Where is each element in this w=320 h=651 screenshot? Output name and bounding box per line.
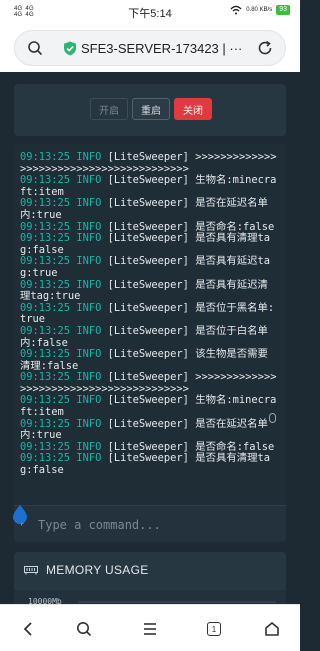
log-timestamp: 09:13:25	[20, 371, 71, 384]
status-icons: 0.80 KB/s 93	[230, 5, 290, 15]
console-line: 09:13:25 INFO [LiteSweeper] >>>>>>>>>>>>…	[20, 151, 278, 175]
memory-usage-title: MEMORY USAGE	[46, 563, 149, 577]
command-input[interactable]	[36, 516, 260, 534]
restart-button[interactable]: 重启	[132, 98, 170, 120]
shield-check-icon	[64, 41, 76, 56]
log-level: INFO	[76, 301, 102, 314]
memory-gridline	[78, 601, 276, 603]
memory-chip-icon	[24, 566, 38, 575]
tab-count: 1	[207, 622, 221, 636]
log-timestamp: 09:13:25	[20, 348, 71, 361]
log-level: INFO	[76, 394, 102, 407]
log-timestamp: 09:13:25	[20, 324, 71, 337]
console-scrollbar[interactable]	[269, 413, 276, 423]
wifi-icon	[230, 5, 242, 15]
log-level: INFO	[76, 174, 102, 187]
address-bar[interactable]: SFE3-SERVER-173423 | ···	[14, 30, 286, 66]
status-bar: 4G 4G 4G 4G 下午5:14 0.80 KB/s 93	[0, 0, 300, 24]
memory-usage-panel: MEMORY USAGE 10000Mb	[14, 552, 286, 612]
tabs-button[interactable]: 1	[202, 617, 226, 641]
log-level: INFO	[76, 452, 102, 465]
home-button[interactable]	[260, 617, 284, 641]
console-line: 09:13:25 INFO [LiteSweeper] 是否位于白名单内:fal…	[20, 324, 278, 349]
log-timestamp: 09:13:25	[20, 394, 71, 407]
log-level: INFO	[76, 232, 102, 245]
back-arrow-icon	[23, 622, 32, 636]
home-icon	[265, 622, 279, 636]
log-level: INFO	[76, 220, 102, 233]
log-timestamp: 09:13:25	[20, 278, 71, 291]
log-message: [LiteSweeper] 是否命名:false	[107, 220, 275, 233]
console-line: 09:13:25 INFO [LiteSweeper] 是否在延迟名单内:tru…	[20, 417, 278, 442]
log-level: INFO	[76, 278, 102, 291]
network-speed: 0.80 KB/s	[246, 7, 273, 13]
console-line: 09:13:25 INFO [LiteSweeper] 生物名:minecraf…	[20, 174, 278, 198]
menu-button[interactable]	[138, 617, 162, 641]
browser-toolbar: SFE3-SERVER-173423 | ···	[0, 24, 300, 72]
log-level: INFO	[76, 255, 102, 268]
log-level: INFO	[76, 417, 102, 430]
battery-indicator: 93	[276, 5, 290, 15]
log-timestamp: 09:13:25	[20, 232, 71, 245]
console-line: 09:13:25 INFO [LiteSweeper] >>>>>>>>>>>>…	[20, 371, 278, 395]
log-timestamp: 09:13:25	[20, 197, 71, 210]
browser-nav-bar: 1	[0, 604, 300, 651]
log-timestamp: 09:13:25	[20, 417, 71, 430]
url-text: SFE3-SERVER-173423 | ···	[81, 41, 243, 56]
server-control-panel: 开启 重启 关闭	[14, 84, 286, 136]
log-timestamp: 09:13:25	[20, 174, 71, 187]
reload-icon[interactable]	[257, 40, 273, 56]
menu-icon	[144, 623, 156, 635]
console-line: 09:13:25 INFO [LiteSweeper] 是否具有清理tag:fa…	[20, 453, 278, 476]
log-timestamp: 09:13:25	[20, 151, 71, 163]
back-button[interactable]	[16, 617, 40, 641]
console-line: 09:13:25 INFO [LiteSweeper] 该生物是否需要清理:fa…	[20, 348, 278, 372]
log-timestamp: 09:13:25	[20, 301, 71, 314]
log-level: INFO	[76, 197, 102, 210]
console-line: 09:13:25 INFO [LiteSweeper] 生物名:minecraf…	[20, 395, 278, 418]
console-line: 09:13:25 INFO [LiteSweeper] 是否具有延迟清理tag:…	[20, 278, 278, 303]
log-timestamp: 09:13:25	[20, 452, 71, 465]
stop-button[interactable]: 关闭	[174, 98, 212, 120]
console-line: 09:13:25 INFO [LiteSweeper] 是否在延迟名单内:tru…	[20, 198, 278, 221]
log-timestamp: 09:13:25	[20, 255, 71, 268]
search-icon[interactable]	[27, 40, 43, 56]
log-level: INFO	[76, 348, 102, 361]
console-log[interactable]: 09:13:25 INFO [LiteSweeper] >>>>>>>>>>>>…	[20, 151, 278, 477]
floating-droplet-icon[interactable]	[10, 504, 30, 524]
search-button[interactable]	[72, 617, 96, 641]
command-bar: $	[14, 505, 286, 542]
log-level: INFO	[76, 151, 102, 163]
log-level: INFO	[76, 324, 102, 337]
log-level: INFO	[76, 371, 102, 384]
log-timestamp: 09:13:25	[20, 220, 71, 233]
search-icon	[77, 622, 92, 637]
start-button[interactable]: 开启	[90, 98, 128, 120]
server-console: 09:13:25 INFO [LiteSweeper] >>>>>>>>>>>>…	[14, 144, 286, 542]
console-line: 09:13:25 INFO [LiteSweeper] 是否位于黑名单:true	[20, 301, 278, 326]
console-line: 09:13:25 INFO [LiteSweeper] 是否具有清理tag:fa…	[20, 232, 278, 256]
console-line: 09:13:25 INFO [LiteSweeper] 是否具有延迟tag:tr…	[20, 256, 278, 279]
